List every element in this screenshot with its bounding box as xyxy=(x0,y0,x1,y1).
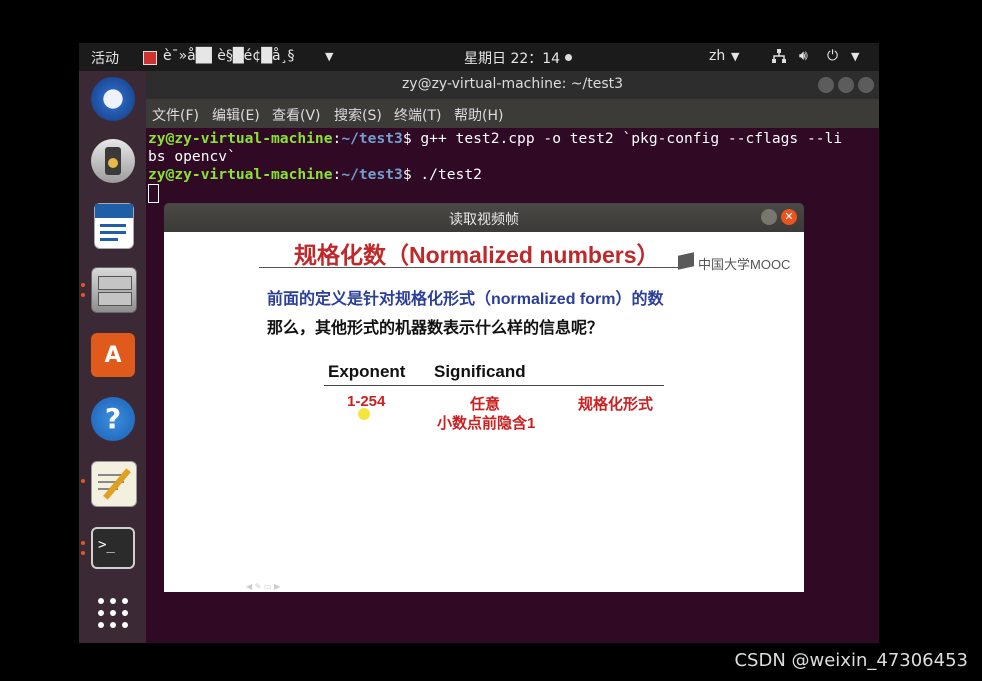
cell-significand-2: 小数点前隐含1 xyxy=(437,415,536,432)
writer-document-icon[interactable] xyxy=(94,203,134,249)
activities-button[interactable]: 活动 xyxy=(91,48,119,68)
rhythmbox-speaker-icon[interactable] xyxy=(91,139,135,183)
cell-significand-1: 任意 xyxy=(470,396,501,413)
csdn-watermark: CSDN @weixin_47306453 xyxy=(734,650,968,671)
heading-underline xyxy=(259,267,679,268)
running-indicator xyxy=(81,551,85,555)
slide-line-2: 那么，其他形式的机器数表示什么样的信息呢？ xyxy=(267,320,604,337)
top-panel: 活动 è¯»å█▌è§█é¢█å¸§ ▼ 星期日 22：14 zh ▼ 🔊︎ ⏻… xyxy=(79,43,879,71)
menu-terminal[interactable]: 终端(T) xyxy=(394,105,441,125)
notification-dot-icon xyxy=(565,54,572,61)
col-header-exponent: Exponent xyxy=(328,362,406,381)
terminal-line: bs opencv` xyxy=(148,148,236,165)
cell-meaning: 规格化形式 xyxy=(578,396,654,413)
network-icon[interactable] xyxy=(771,48,787,68)
menu-edit[interactable]: 编辑(E) xyxy=(212,105,260,125)
close-icon[interactable] xyxy=(858,77,874,93)
minimize-icon[interactable] xyxy=(761,209,777,225)
clock[interactable]: 星期日 22：14 xyxy=(464,48,560,68)
power-icon[interactable]: ⏻ xyxy=(827,48,838,64)
help-icon[interactable]: ? xyxy=(91,397,135,441)
terminal-icon[interactable]: >_ xyxy=(91,527,135,569)
running-indicator xyxy=(81,293,85,297)
video-frame: 规格化数（Normalized numbers） 中国大学MOOC 前面的定义是… xyxy=(164,232,804,592)
thunderbird-icon[interactable] xyxy=(91,77,135,121)
terminal-title: zy@zy-virtual-machine: ~/test3 xyxy=(401,76,624,92)
close-icon[interactable]: ✕ xyxy=(781,209,797,225)
menu-help[interactable]: 帮助(H) xyxy=(454,105,503,125)
terminal-titlebar[interactable]: zy@zy-virtual-machine: ~/test3 xyxy=(146,71,879,99)
running-indicator xyxy=(81,479,85,483)
mooc-logo-icon xyxy=(678,252,694,270)
terminal-menubar: 文件(F) 编辑(E) 查看(V) 搜索(S) 终端(T) 帮助(H) xyxy=(146,99,879,128)
launcher-dock: A ? >_ xyxy=(79,71,146,643)
app-menu-chevron-down-icon: ▼ xyxy=(325,50,334,63)
col-header-significand: Significand xyxy=(434,362,526,381)
minimize-icon[interactable] xyxy=(818,77,834,93)
menu-search[interactable]: 搜索(S) xyxy=(334,105,382,125)
slide-heading: 规格化数（Normalized numbers） xyxy=(294,242,660,268)
terminal-line: zy@zy-virtual-machine:~/test3$ ./test2 xyxy=(148,166,482,183)
volume-icon[interactable]: 🔊︎ xyxy=(799,48,808,64)
terminal-line: zy@zy-virtual-machine:~/test3$ g++ test2… xyxy=(148,130,843,147)
running-indicator xyxy=(81,283,85,287)
mooc-logo-text: 中国大学MOOC xyxy=(698,257,791,272)
text-editor-icon[interactable] xyxy=(91,461,137,507)
pointer-highlight-icon xyxy=(358,408,370,420)
app-menu[interactable]: è¯»å█▌è§█é¢█å¸§ xyxy=(163,48,295,64)
lang-chevron-down-icon: ▼ xyxy=(731,50,740,63)
show-applications-grid-icon[interactable] xyxy=(91,591,135,635)
maximize-icon[interactable] xyxy=(838,77,854,93)
software-store-bag-icon[interactable]: A xyxy=(91,333,135,377)
running-indicator xyxy=(81,541,85,545)
slide-line-1: 前面的定义是针对规格化形式（normalized form）的数 xyxy=(267,291,664,308)
terminal-cursor xyxy=(148,184,159,203)
video-window-titlebar[interactable]: 读取视频帧 ✕ xyxy=(164,203,804,232)
system-menu-chevron-down-icon: ▼ xyxy=(851,50,860,63)
app-menu-icon xyxy=(143,51,157,65)
menu-view[interactable]: 查看(V) xyxy=(272,105,321,125)
menu-file[interactable]: 文件(F) xyxy=(152,105,199,125)
video-window-title: 读取视频帧 xyxy=(449,212,519,228)
files-cabinet-icon[interactable] xyxy=(91,267,137,313)
input-method-indicator[interactable]: zh xyxy=(709,48,725,64)
table-rule xyxy=(324,385,664,386)
slide-toolbar-icon: ◀ ✎ ▭ ▶ xyxy=(246,582,281,591)
